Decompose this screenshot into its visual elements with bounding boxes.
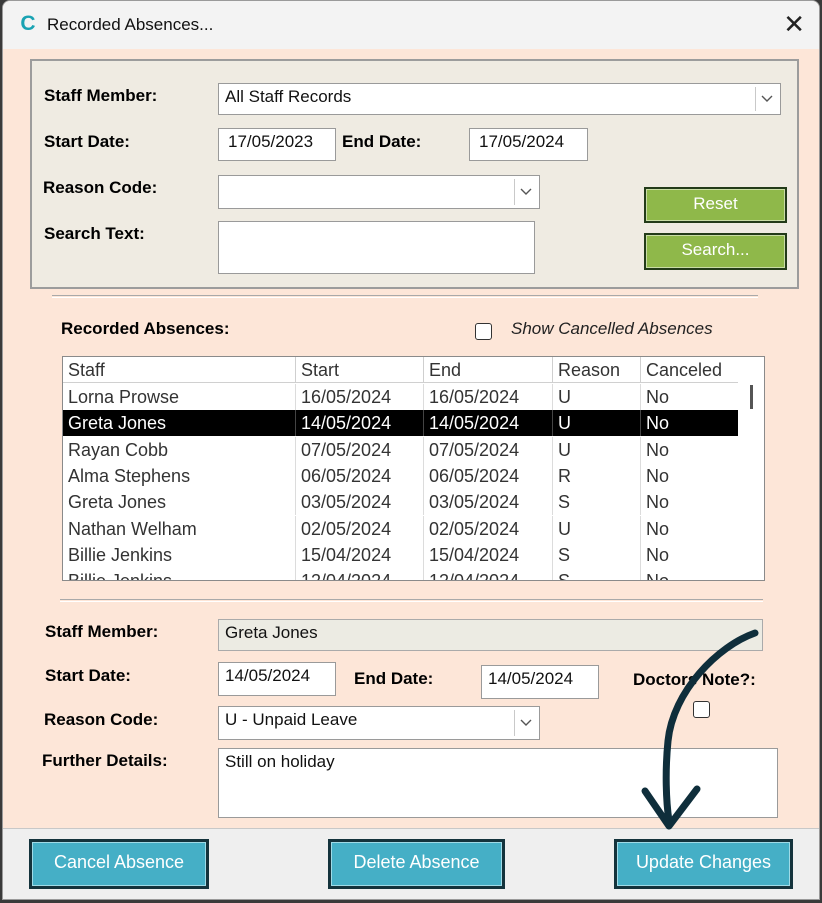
window-title: Recorded Absences...: [47, 15, 214, 34]
cell-canceled: No: [646, 387, 670, 407]
filter-staff-member-value: All Staff Records: [225, 87, 352, 106]
reset-button[interactable]: Reset: [644, 187, 787, 223]
detail-reason-code-value: U - Unpaid Leave: [225, 710, 358, 729]
cell-reason: U: [553, 515, 641, 542]
table-row[interactable]: Alma Stephens 06/05/2024 06/05/2024 R No: [63, 462, 738, 489]
table-row[interactable]: Billie Jenkins 15/04/2024 15/04/2024 S No: [63, 541, 738, 568]
divider: [52, 295, 758, 298]
scroll-thumb[interactable]: [750, 385, 753, 409]
cell-canceled: No: [646, 413, 670, 434]
table-row[interactable]: Billie Jenkins12/04/202412/04/2024SNo: [63, 568, 738, 580]
detail-end-date-label: End Date:: [354, 669, 434, 688]
table-row[interactable]: Greta Jones 14/05/2024 14/05/2024 U No: [63, 410, 738, 437]
detail-start-date-input[interactable]: 14/05/2024: [218, 662, 336, 696]
cell-reason: S: [553, 568, 641, 580]
column-header-end[interactable]: End: [424, 357, 553, 383]
cell-reason: U: [553, 436, 641, 463]
cell-start: 16/05/2024: [296, 384, 424, 410]
filter-start-date-input[interactable]: 17/05/2023: [218, 128, 336, 161]
cell-end: 02/05/2024: [424, 515, 553, 542]
filter-staff-member-label: Staff Member:: [44, 86, 158, 105]
show-cancelled-label: Show Cancelled Absences: [511, 319, 713, 338]
cell-reason: S: [553, 489, 641, 516]
cell-reason: S: [553, 541, 641, 568]
detail-reason-code-label: Reason Code:: [44, 710, 159, 729]
filter-end-date-label: End Date:: [342, 132, 422, 151]
app-logo-icon: C: [20, 12, 36, 35]
list-header: Staff Start End Reason Canceled: [63, 357, 738, 383]
cell-end: 06/05/2024: [424, 462, 553, 489]
cell-end: 07/05/2024: [424, 436, 553, 463]
recorded-absences-heading: Recorded Absences:: [61, 319, 230, 338]
cell-canceled: No: [646, 465, 670, 486]
further-details-label: Further Details:: [42, 751, 168, 770]
show-cancelled-checkbox[interactable]: [475, 323, 492, 340]
detail-start-date-label: Start Date:: [45, 666, 131, 685]
filter-staff-member-combo[interactable]: All Staff Records: [218, 83, 781, 115]
cell-canceled: No: [641, 568, 738, 580]
cell-staff: Alma Stephens: [63, 462, 296, 489]
cell-staff: Greta Jones: [63, 489, 296, 516]
filter-search-text-label: Search Text:: [44, 224, 145, 243]
search-button[interactable]: Search...: [644, 233, 787, 270]
column-header-canceled[interactable]: Canceled: [641, 357, 738, 383]
chevron-down-icon[interactable]: [514, 710, 536, 736]
cell-start: 02/05/2024: [296, 515, 424, 542]
cell-end: 16/05/2024: [424, 384, 553, 410]
table-row[interactable]: Greta Jones 03/05/2024 03/05/2024 S No: [63, 489, 738, 516]
detail-end-date-input[interactable]: 14/05/2024: [481, 665, 599, 699]
cell-staff: Lorna Prowse: [63, 384, 296, 410]
table-row[interactable]: Lorna Prowse 16/05/2024 16/05/2024 U No: [63, 384, 738, 410]
detail-reason-code-combo[interactable]: U - Unpaid Leave: [218, 706, 540, 740]
absences-list[interactable]: Staff Start End Reason Canceled Lorna Pr…: [62, 356, 765, 581]
column-header-reason[interactable]: Reason: [553, 357, 641, 383]
divider: [60, 599, 763, 602]
cell-end: 03/05/2024: [424, 489, 553, 516]
cell-start: 15/04/2024: [296, 541, 424, 568]
curved-arrow-icon: [641, 629, 759, 830]
cell-canceled: No: [646, 439, 670, 460]
filter-reason-code-label: Reason Code:: [43, 178, 158, 197]
chevron-down-icon[interactable]: [755, 87, 777, 111]
cell-start: 07/05/2024: [296, 436, 424, 463]
cell-staff: Billie Jenkins: [63, 568, 296, 580]
cell-staff: Nathan Welham: [63, 515, 296, 542]
recorded-absences-window: C Recorded Absences... ✕ Staff Member: A…: [2, 0, 820, 900]
table-row[interactable]: Nathan Welham 02/05/2024 02/05/2024 U No: [63, 515, 738, 542]
cell-reason: U: [553, 410, 641, 437]
filter-end-date-input[interactable]: 17/05/2024: [469, 128, 588, 161]
filter-search-text-input[interactable]: [218, 221, 535, 274]
list-scrollbar[interactable]: [738, 357, 764, 580]
cell-end: 15/04/2024: [424, 541, 553, 568]
cell-end: 14/05/2024: [424, 410, 553, 437]
update-changes-button[interactable]: Update Changes: [614, 839, 793, 889]
column-header-staff[interactable]: Staff: [63, 357, 296, 383]
cell-start: 06/05/2024: [296, 462, 424, 489]
cell-reason: R: [553, 462, 641, 489]
close-icon[interactable]: ✕: [783, 9, 805, 39]
column-header-start[interactable]: Start: [296, 357, 424, 383]
cell-start: 03/05/2024: [296, 489, 424, 516]
filter-start-date-label: Start Date:: [44, 132, 130, 151]
detail-staff-member-label: Staff Member:: [45, 622, 159, 641]
filter-reason-code-combo[interactable]: [218, 175, 540, 209]
cell-staff: Billie Jenkins: [63, 541, 296, 568]
table-row[interactable]: Rayan Cobb 07/05/2024 07/05/2024 U No: [63, 436, 738, 463]
cell-staff: Rayan Cobb: [63, 436, 296, 463]
cell-canceled: No: [646, 518, 670, 539]
cell-end: 12/04/2024: [424, 568, 553, 580]
delete-absence-button[interactable]: Delete Absence: [328, 839, 505, 889]
chevron-down-icon[interactable]: [514, 179, 536, 205]
cell-staff: Greta Jones: [63, 410, 296, 437]
cell-start: 14/05/2024: [296, 410, 424, 437]
cell-canceled: No: [646, 544, 670, 565]
cancel-absence-button[interactable]: Cancel Absence: [29, 839, 209, 889]
cell-start: 12/04/2024: [296, 568, 424, 580]
cell-canceled: No: [646, 492, 670, 513]
cell-reason: U: [553, 384, 641, 410]
title-bar: C Recorded Absences... ✕: [3, 1, 819, 49]
